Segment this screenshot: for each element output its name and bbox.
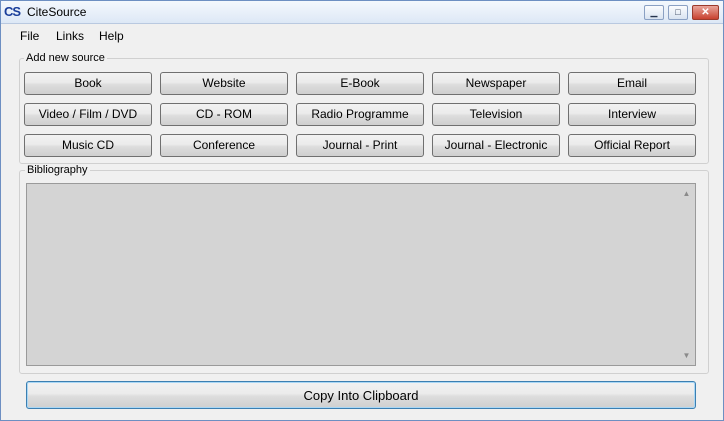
maximize-button[interactable]: □ [668, 5, 688, 20]
minimize-button[interactable]: ▁ [644, 5, 664, 20]
television-button[interactable]: Television [432, 103, 560, 126]
menu-help[interactable]: Help [99, 29, 124, 43]
close-icon: ✕ [701, 7, 710, 18]
interview-button[interactable]: Interview [568, 103, 696, 126]
journal-electronic-button[interactable]: Journal - Electronic [432, 134, 560, 157]
menu-file[interactable]: File [20, 29, 39, 43]
main-window: CS CiteSource ▁ □ ✕ File Links Help Add … [0, 0, 724, 421]
window-title: CiteSource [27, 5, 87, 19]
minimize-icon: ▁ [650, 7, 658, 17]
cd-rom-button[interactable]: CD - ROM [160, 103, 288, 126]
website-button[interactable]: Website [160, 72, 288, 95]
radio-programme-button[interactable]: Radio Programme [296, 103, 424, 126]
menu-bar: File Links Help [1, 24, 723, 48]
maximize-icon: □ [675, 7, 681, 17]
menu-links[interactable]: Links [56, 29, 84, 43]
email-button[interactable]: Email [568, 72, 696, 95]
bibliography-label: Bibliography [25, 164, 90, 176]
ebook-button[interactable]: E-Book [296, 72, 424, 95]
bibliography-scrollbar[interactable]: ▲ ▼ [678, 184, 695, 365]
official-report-button[interactable]: Official Report [568, 134, 696, 157]
journal-print-button[interactable]: Journal - Print [296, 134, 424, 157]
music-cd-button[interactable]: Music CD [24, 134, 152, 157]
close-button[interactable]: ✕ [692, 5, 719, 20]
bibliography-textarea[interactable]: ▲ ▼ [26, 183, 696, 366]
app-logo-icon: CS [4, 4, 21, 19]
conference-button[interactable]: Conference [160, 134, 288, 157]
video-film-dvd-button[interactable]: Video / Film / DVD [24, 103, 152, 126]
scroll-down-icon[interactable]: ▼ [682, 351, 691, 360]
copy-into-clipboard-button[interactable]: Copy Into Clipboard [26, 381, 696, 409]
newspaper-button[interactable]: Newspaper [432, 72, 560, 95]
scroll-up-icon[interactable]: ▲ [682, 189, 691, 198]
book-button[interactable]: Book [24, 72, 152, 95]
title-bar[interactable]: CS CiteSource ▁ □ ✕ [1, 1, 723, 24]
add-source-label: Add new source [24, 52, 107, 64]
